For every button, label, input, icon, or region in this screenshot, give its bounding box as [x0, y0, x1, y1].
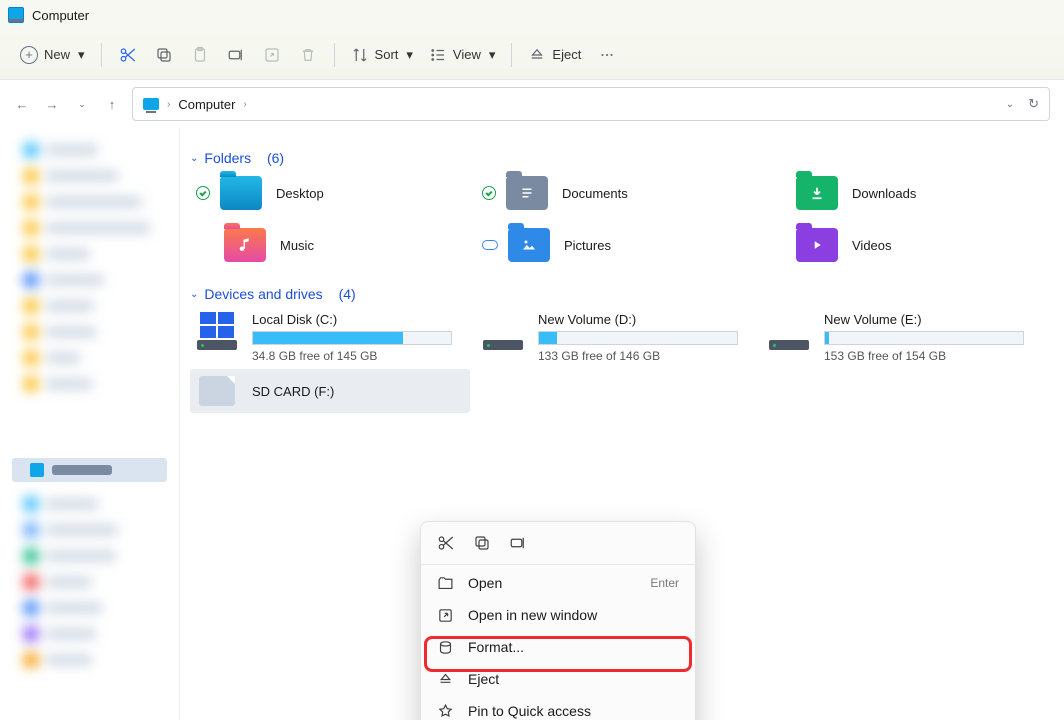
command-bar: +New▾ Sort▾ View▾ Eject — [0, 30, 1064, 80]
hdd-icon — [197, 340, 237, 350]
hdd-icon — [769, 340, 809, 350]
drive-c[interactable]: Local Disk (C:) 34.8 GB free of 145 GB — [196, 312, 482, 363]
folder-downloads[interactable]: Downloads — [768, 176, 1054, 210]
folder-desktop[interactable]: Desktop — [196, 176, 482, 210]
recent-button[interactable]: ⌄ — [74, 99, 90, 110]
breadcrumb-root[interactable]: Computer — [178, 97, 235, 112]
forward-button[interactable]: → — [44, 97, 60, 112]
paste-button — [184, 39, 216, 71]
context-menu: OpenEnter Open in new window Format... E… — [420, 521, 696, 720]
folder-label: Documents — [562, 186, 628, 201]
rename-button[interactable] — [220, 39, 252, 71]
menu-eject[interactable]: Eject — [421, 663, 695, 695]
usage-bar — [824, 331, 1024, 345]
cut-button[interactable] — [112, 39, 144, 71]
menu-format[interactable]: Format... — [421, 631, 695, 663]
sync-ok-icon — [196, 186, 210, 200]
drive-e[interactable]: New Volume (E:) 153 GB free of 154 GB — [768, 312, 1054, 363]
sync-ok-icon — [482, 186, 496, 200]
cloud-icon — [482, 240, 498, 250]
drive-d[interactable]: New Volume (D:) 133 GB free of 146 GB — [482, 312, 768, 363]
folder-documents[interactable]: Documents — [482, 176, 768, 210]
navigation-pane[interactable] — [0, 128, 180, 720]
menu-open[interactable]: OpenEnter — [421, 567, 695, 599]
drives-header[interactable]: ⌄ Devices and drives (4) — [190, 286, 1054, 302]
sdcard-icon — [199, 376, 235, 406]
folder-label: Downloads — [852, 186, 916, 201]
folder-music[interactable]: Music — [196, 228, 482, 262]
folders-header[interactable]: ⌄ Folders (6) — [190, 150, 1054, 166]
drive-label: SD CARD (F:) — [252, 384, 334, 399]
copy-icon[interactable] — [473, 534, 491, 552]
usage-bar — [538, 331, 738, 345]
share-button — [256, 39, 288, 71]
drive-free: 153 GB free of 154 GB — [824, 349, 1024, 363]
drive-label: New Volume (E:) — [824, 312, 1024, 327]
folder-label: Music — [280, 238, 314, 253]
menu-pin-quick-access[interactable]: Pin to Quick access — [421, 695, 695, 720]
usage-bar — [252, 331, 452, 345]
folder-label: Videos — [852, 238, 892, 253]
copy-button[interactable] — [148, 39, 180, 71]
view-button[interactable]: View▾ — [423, 39, 501, 71]
window-title: Computer — [32, 8, 89, 23]
folder-label: Pictures — [564, 238, 611, 253]
delete-button — [292, 39, 324, 71]
refresh-button[interactable]: ↻ — [1028, 96, 1039, 112]
computer-icon — [143, 98, 159, 110]
drive-free: 34.8 GB free of 145 GB — [252, 349, 452, 363]
folder-label: Desktop — [276, 186, 324, 201]
new-button[interactable]: +New▾ — [14, 39, 91, 71]
sort-button[interactable]: Sort▾ — [345, 39, 419, 71]
drive-free: 133 GB free of 146 GB — [538, 349, 738, 363]
address-dropdown[interactable]: ⌄ — [1006, 99, 1014, 110]
menu-open-new-window[interactable]: Open in new window — [421, 599, 695, 631]
drive-label: New Volume (D:) — [538, 312, 738, 327]
title-bar: Computer — [0, 0, 1064, 30]
drive-label: Local Disk (C:) — [252, 312, 452, 327]
address-bar[interactable]: › Computer › ⌄ ↻ — [132, 87, 1050, 121]
up-button[interactable]: ↑ — [104, 97, 120, 112]
nav-row: ← → ⌄ ↑ › Computer › ⌄ ↻ — [0, 80, 1064, 128]
rename-icon[interactable] — [509, 534, 527, 552]
drive-f-selected[interactable]: SD CARD (F:) — [190, 369, 470, 413]
back-button[interactable]: ← — [14, 97, 30, 112]
folder-pictures[interactable]: Pictures — [482, 228, 768, 262]
computer-icon — [8, 7, 24, 23]
more-button[interactable] — [591, 39, 623, 71]
content-area: ⌄ Folders (6) Desktop Documents Download… — [180, 128, 1064, 720]
hdd-icon — [483, 340, 523, 350]
eject-button[interactable]: Eject — [522, 39, 587, 71]
windows-icon — [200, 312, 234, 338]
cut-icon[interactable] — [437, 534, 455, 552]
folder-videos[interactable]: Videos — [768, 228, 1054, 262]
